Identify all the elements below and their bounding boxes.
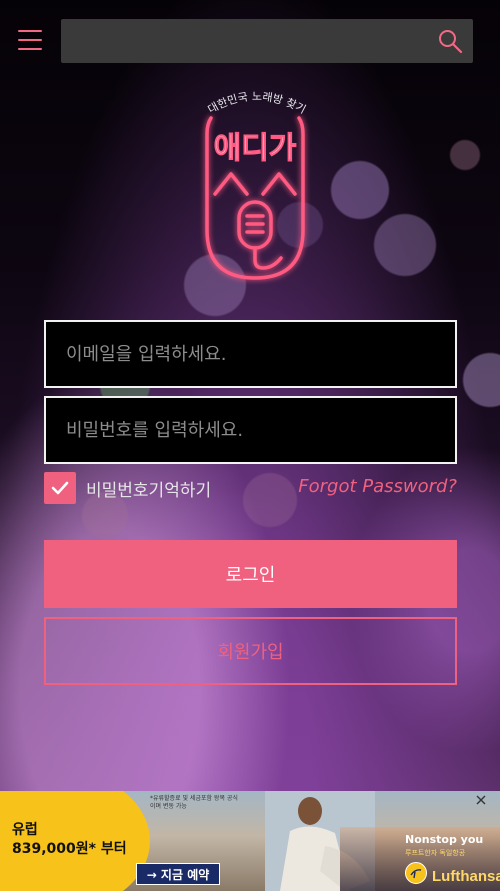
ad-close-icon[interactable]: [476, 795, 486, 805]
app-logo: 대한민국 노래방 찾기 애디가: [205, 90, 308, 280]
ad-book-now-button[interactable]: → 지금 예약: [136, 863, 220, 885]
login-button[interactable]: 로그인: [44, 540, 457, 608]
password-field[interactable]: [46, 398, 455, 462]
forgot-password-link[interactable]: Forgot Password?: [298, 476, 457, 497]
email-field[interactable]: [46, 322, 455, 386]
email-field-wrapper: [44, 320, 457, 388]
search-icon[interactable]: [437, 28, 463, 54]
menu-bar: [18, 39, 42, 41]
ad-destination: 유럽: [12, 822, 38, 838]
menu-bar: [18, 48, 42, 50]
remember-password-toggle[interactable]: 비밀번호기억하기: [44, 472, 211, 504]
ad-price: 839,000원* 부터: [12, 840, 127, 857]
password-field-wrapper: [44, 396, 457, 464]
menu-bar: [18, 30, 42, 32]
checkmark-icon: [51, 481, 69, 495]
search-bar: [61, 19, 473, 63]
lufthansa-crane-icon: [405, 862, 427, 884]
remember-label: 비밀번호기억하기: [86, 480, 212, 501]
ad-banner[interactable]: 유럽 839,000원* 부터 *유류할증료 및 세금포함 왕복 공식이며 변동…: [0, 791, 500, 891]
ad-tagline: Nonstop you: [405, 833, 484, 846]
ad-offer: 유럽 839,000원* 부터: [12, 821, 127, 859]
signup-button[interactable]: 회원가입: [44, 617, 457, 685]
logo-arc-text: 대한민국 노래방 찾기: [206, 90, 308, 116]
remember-checkbox[interactable]: [44, 472, 76, 504]
hamburger-menu-icon[interactable]: [18, 30, 42, 50]
logo-mark-text: 애디가: [214, 131, 297, 166]
search-input[interactable]: [61, 19, 421, 63]
ad-brand-name: Lufthansa: [432, 868, 500, 885]
ad-sub-tagline: 루프트한자 독일항공: [405, 849, 466, 857]
ad-fine-print: *유류할증료 및 세금포함 왕복 공식이며 변동 가능: [150, 795, 238, 811]
